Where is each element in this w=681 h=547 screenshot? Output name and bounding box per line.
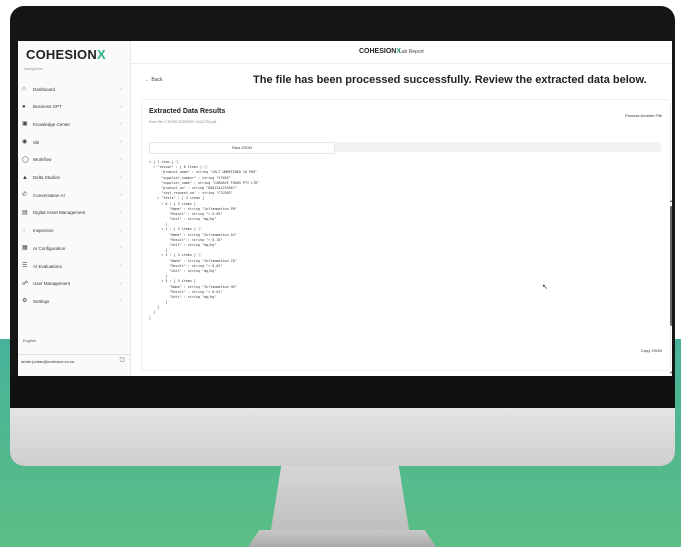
success-headline: The file has been processed successfully… xyxy=(253,74,647,86)
layers-icon: ◉ xyxy=(22,139,28,146)
scrollbar-thumb[interactable] xyxy=(670,206,672,326)
workflow-icon: ◯ xyxy=(22,156,29,163)
eval-icon: ☰ xyxy=(22,263,28,269)
chevron-right-icon: › xyxy=(120,298,122,305)
sidebar-item-inspection[interactable]: ◌ Inspection › xyxy=(22,226,126,236)
monitor-bezel xyxy=(10,376,675,408)
chevron-right-icon: › xyxy=(120,263,122,269)
sidebar-item-conversation-ai[interactable]: ✆ Conversation AI › xyxy=(22,190,126,200)
chevron-right-icon: › xyxy=(120,174,122,181)
card-title: Extracted Data Results xyxy=(149,108,226,115)
sidebar-item-dashboard[interactable]: ⌂ Dashboard › xyxy=(22,84,126,94)
users-icon: ☍ xyxy=(22,280,29,287)
book-icon: ▣ xyxy=(22,121,28,128)
sidebar-item-business-gpt[interactable]: ● Business GPT › xyxy=(22,102,126,112)
config-icon: ▦ xyxy=(22,245,28,252)
sidebar-item-label: AI Configuration xyxy=(33,245,66,251)
scroll-up-arrow[interactable]: ▲ xyxy=(669,198,672,203)
home-icon: ⌂ xyxy=(22,86,26,92)
sidebar-item-label: Business GPT xyxy=(33,104,62,110)
sidebar-item-label: Delta Studios xyxy=(33,175,60,180)
monitor-chin xyxy=(10,408,675,466)
sidebar-item-label: Knowledge Center xyxy=(33,121,71,127)
main-content: COHESIONX Lab Report ← Back The file has… xyxy=(131,41,672,376)
sidebar-item-knowledge-center[interactable]: ▣ Knowledge Center › xyxy=(22,119,126,129)
json-line: } xyxy=(149,315,152,320)
sidebar: COHESIONX Navigation ⌂ Dashboard › ● Busines… xyxy=(18,41,131,376)
chevron-right-icon: › xyxy=(120,245,122,252)
sidebar-item-label: Dashboard xyxy=(33,86,56,92)
sidebar-item-label: Workflow xyxy=(33,157,52,163)
chart-icon: ▲ xyxy=(22,174,28,181)
sidebar-item-digital-asset-management[interactable]: ▤ Digital Asset Management › xyxy=(22,208,126,218)
sidebar-item-label: Inspection xyxy=(33,228,54,234)
chevron-right-icon: › xyxy=(120,280,122,287)
monitor-base xyxy=(248,530,436,547)
sidebar-section-label: Navigation xyxy=(24,66,43,71)
chevron-right-icon: › xyxy=(120,121,122,128)
sidebar-item-label: Digital Asset Management xyxy=(33,210,86,216)
sidebar-item-delta-studios[interactable]: ▲ Delta Studios › xyxy=(22,173,126,183)
chevron-right-icon: › xyxy=(120,156,122,163)
sidebar-item-label: User Management xyxy=(33,281,71,287)
chevron-right-icon: › xyxy=(120,139,122,146)
sidebar-item-label: AI Evaluations xyxy=(33,263,62,269)
phone-icon: ✆ xyxy=(22,192,28,199)
chevron-right-icon: › xyxy=(120,103,122,110)
user-email: andre.jordan@cohesion.co.za xyxy=(21,359,75,364)
sidebar-item-settings[interactable]: ⚙ Settings › xyxy=(22,296,126,306)
scroll-down-arrow[interactable]: ▼ xyxy=(669,370,672,375)
folder-icon: ▤ xyxy=(22,209,28,216)
gear-icon: ⚙ xyxy=(22,298,28,305)
monitor-stand xyxy=(270,466,410,536)
user-footer: andre.jordan@cohesion.co.za ⎋ xyxy=(18,354,130,367)
bot-icon: ● xyxy=(22,103,26,110)
chevron-right-icon: › xyxy=(120,209,122,216)
sidebar-item-ai-configuration[interactable]: ▦ AI Configuration › xyxy=(22,243,126,253)
chevron-right-icon: › xyxy=(120,86,122,92)
sidebar-item-ski[interactable]: ◉ Ski › xyxy=(22,137,126,147)
sidebar-item-user-management[interactable]: ☍ User Management › xyxy=(22,279,126,289)
top-bar: COHESIONX Lab Report xyxy=(131,41,672,64)
inspect-icon: ◌ xyxy=(22,227,26,234)
back-button[interactable]: ← Back xyxy=(145,77,163,83)
tab-raw-json[interactable]: Raw JSON xyxy=(149,142,335,154)
process-another-file-button[interactable]: Process Another File xyxy=(625,113,662,118)
app-screen: COHESIONX Navigation ⌂ Dashboard › ● Busines… xyxy=(18,41,672,376)
source-file-label: From file: CTLR83 20250320 14411733.pdf xyxy=(149,120,217,124)
topbar-logo: COHESIONX xyxy=(359,48,402,55)
sidebar-item-label: Conversation AI xyxy=(33,192,65,198)
page-title: Lab Report xyxy=(399,49,424,55)
copy-json-button[interactable]: Copy JSON xyxy=(641,348,662,353)
logout-icon[interactable]: ⎋ xyxy=(119,357,125,365)
chevron-right-icon: › xyxy=(120,227,122,234)
sidebar-item-ai-evaluations[interactable]: ☰ AI Evaluations › xyxy=(22,261,126,271)
view-tabs: Raw JSON xyxy=(149,142,661,154)
mouse-cursor-icon: ↖ xyxy=(542,284,548,291)
sidebar-item-workflow[interactable]: ◯ Workflow › xyxy=(22,155,126,165)
sidebar-item-label: Ski xyxy=(33,139,40,145)
monitor-frame: COHESIONX Navigation ⌂ Dashboard › ● Busines… xyxy=(10,6,675,466)
chevron-right-icon: › xyxy=(120,192,122,199)
language-selector[interactable]: English xyxy=(23,338,36,343)
app-logo[interactable]: COHESIONX xyxy=(26,47,106,62)
sidebar-item-label: Settings xyxy=(33,298,50,304)
json-viewer[interactable]: ▾ { 1 item } ⓘ ▾ "lesson" : { 6 items } … xyxy=(149,160,669,345)
results-card: Extracted Data Results From file: CTLR83… xyxy=(141,99,672,375)
